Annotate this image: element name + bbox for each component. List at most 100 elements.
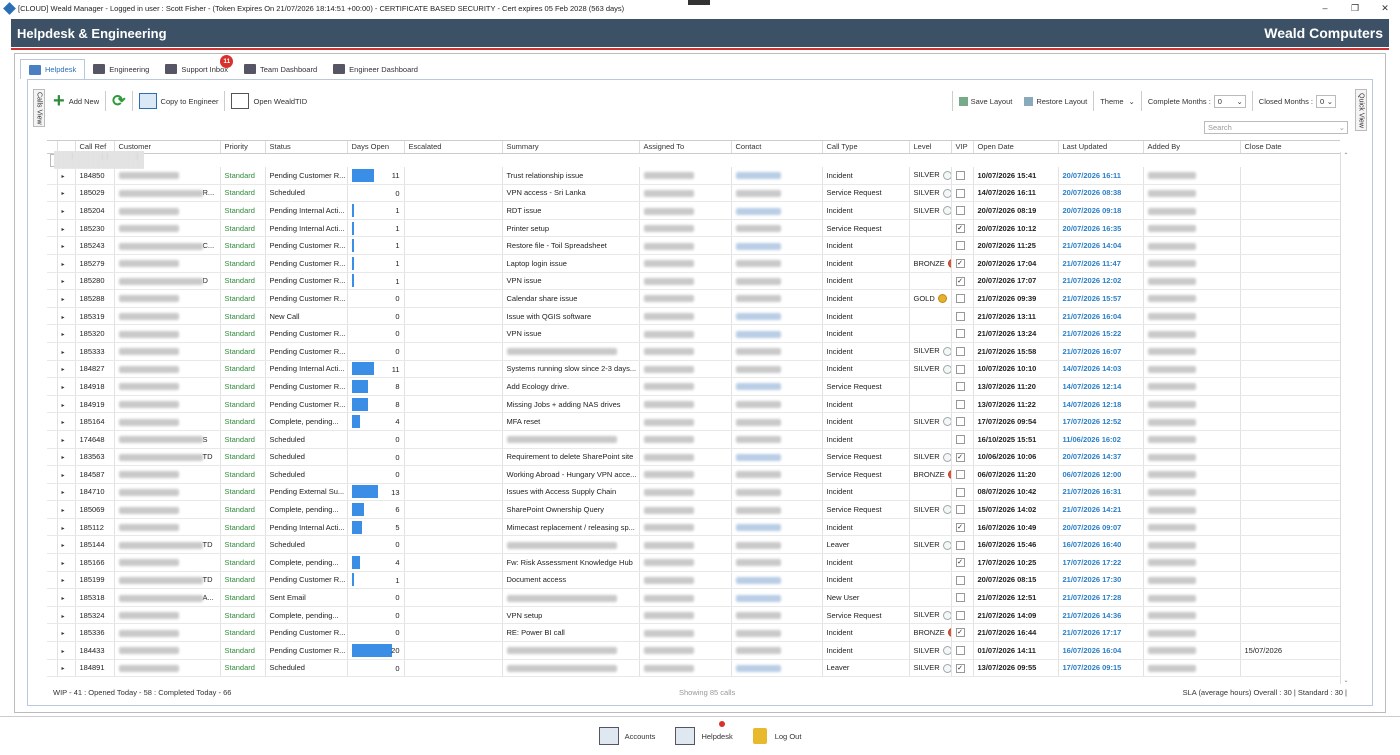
row-indicator[interactable] [47,236,58,255]
vip-checkbox[interactable] [955,241,965,251]
row-indicator[interactable] [47,606,58,625]
calls-view-toggle[interactable]: Calls View [33,89,45,127]
tab-engineering[interactable]: Engineering [85,59,157,79]
vip-checkbox[interactable] [955,170,965,180]
column-header[interactable]: Level [909,141,952,154]
row-expander[interactable]: ▸ [57,448,76,467]
vip-checkbox[interactable]: ✓ [955,259,965,269]
row-indicator[interactable] [47,623,58,643]
table-row[interactable]: ▸ 185069 Standard Complete, pending... 6 Shar… [47,500,1340,519]
row-indicator[interactable] [47,588,58,607]
row-expander[interactable]: ▸ [57,518,76,537]
row-expander[interactable]: ▸ [57,219,76,238]
maximize-button[interactable]: ❐ [1340,0,1370,17]
row-indicator[interactable] [47,571,58,590]
row-expander[interactable]: ▸ [57,535,76,555]
table-row[interactable]: ▸ 185112 Standard Pending Internal Acti... 5… [47,518,1340,537]
table-row[interactable]: ▸ 185164 Standard Complete, pending... 4 MFA … [47,412,1340,431]
save-layout-button[interactable]: Save Layout [953,90,1019,112]
table-row[interactable]: ▸ 185333 Standard Pending Customer R... 0 Inc… [47,342,1340,361]
quick-view-toggle[interactable]: Quick View [1355,89,1367,131]
column-header[interactable]: VIP [951,141,974,154]
row-indicator[interactable] [47,201,58,220]
column-header[interactable]: Close Date [1240,141,1340,154]
table-row[interactable]: ▸ 185288 Standard Pending Customer R... 0 Cal… [47,289,1340,308]
row-indicator[interactable] [47,500,58,519]
row-indicator[interactable] [47,360,58,379]
table-row[interactable]: ▸ 184827 Standard Pending Internal Acti... 1… [47,360,1340,379]
vip-checkbox[interactable] [955,382,965,392]
row-expander[interactable]: ▸ [57,500,76,519]
column-header[interactable]: Status [265,141,348,154]
refresh-button[interactable]: ⟳ [106,90,131,112]
row-expander[interactable]: ▸ [57,606,76,625]
closed-months-select[interactable]: 0 ⌄ [1316,94,1336,108]
table-row[interactable]: ▸ 184919 Standard Pending Customer R... 8 Mis… [47,395,1340,414]
vip-checkbox[interactable]: ✓ [955,276,965,286]
vip-checkbox[interactable] [955,399,965,409]
restore-layout-button[interactable]: Restore Layout [1018,90,1093,112]
vip-checkbox[interactable] [955,188,965,198]
vip-checkbox[interactable] [955,417,965,427]
row-expander[interactable]: ▸ [57,342,76,361]
row-expander[interactable]: ▸ [57,430,76,449]
row-expander[interactable]: ▸ [57,324,76,343]
search-input[interactable]: Search ⌄ [1204,121,1348,134]
column-header[interactable]: Open Date [973,141,1059,154]
accounts-button[interactable]: Accounts [598,727,655,745]
vip-checkbox[interactable]: ✓ [955,628,965,638]
row-expander[interactable]: ▸ [57,272,76,291]
vip-checkbox[interactable] [955,610,965,620]
row-expander[interactable]: ▸ [57,254,76,273]
column-header[interactable]: Assigned To [639,141,732,154]
vip-checkbox[interactable]: ✓ [955,522,965,532]
row-indicator[interactable] [47,412,58,431]
table-row[interactable]: ▸ 185144 TD Standard Scheduled 0 Leaver SILVER 1… [47,535,1340,555]
vip-checkbox[interactable] [955,646,965,656]
row-expander[interactable]: ▸ [57,166,76,185]
table-row[interactable]: ▸ 185204 Standard Pending Internal Acti... 1… [47,201,1340,220]
vip-checkbox[interactable] [955,505,965,515]
row-expander[interactable]: ▸ [57,201,76,220]
column-header[interactable]: Priority [220,141,266,154]
table-row[interactable]: ▸ 185230 Standard Pending Internal Acti... 1… [47,219,1340,238]
row-indicator[interactable] [47,342,58,361]
table-row[interactable]: ▸ 185280 D Standard Pending Customer R... 1 VP… [47,272,1340,291]
row-indicator[interactable] [47,289,58,308]
vip-checkbox[interactable] [955,487,965,497]
table-row[interactable]: ›▸184811StandardPending Customer R...12R… [50,151,144,169]
table-row[interactable]: ▸ 185279 Standard Pending Customer R... 1 Lap… [47,254,1340,273]
row-indicator[interactable] [47,465,58,484]
helpdesk-button[interactable]: Helpdesk [675,721,733,745]
grid-scrollbar[interactable]: ⌃ ⌄ [1340,152,1351,684]
row-indicator[interactable] [47,324,58,343]
table-row[interactable]: ▸ 185336 Standard Pending Customer R... 0 RE:… [47,623,1340,643]
row-expander[interactable]: ▸ [57,641,76,660]
open-tid-button[interactable]: Open WealdTID [225,90,313,112]
row-expander[interactable]: ▸ [57,588,76,607]
column-header[interactable]: Call Type [822,141,910,154]
tab-engineer-dashboard[interactable]: Engineer Dashboard [325,59,426,79]
column-header[interactable]: Added By [1143,141,1241,154]
row-expander[interactable]: ▸ [57,395,76,414]
add-new-button[interactable]: + Add New [47,90,105,112]
vip-checkbox[interactable] [955,575,965,585]
row-expander[interactable]: ▸ [57,465,76,484]
vip-checkbox[interactable] [955,434,965,444]
row-expander[interactable]: ▸ [57,360,76,379]
column-header[interactable]: Last Updated [1058,141,1144,154]
row-indicator[interactable] [47,184,58,203]
row-indicator[interactable] [47,395,58,414]
complete-months-select[interactable]: 0 ⌄ [1213,94,1246,108]
row-expander[interactable]: ▸ [57,289,76,308]
vip-checkbox[interactable]: ✓ [955,452,965,462]
row-indicator[interactable] [47,219,58,238]
row-indicator[interactable] [47,430,58,449]
row-expander[interactable]: ▸ [57,412,76,431]
vip-checkbox[interactable] [955,206,965,216]
row-expander[interactable]: ▸ [57,623,76,643]
row-indicator[interactable] [47,377,58,396]
row-expander[interactable]: ▸ [57,553,76,572]
table-row[interactable]: ▸ 185166 Standard Complete, pending... 4 Fw: … [47,553,1340,572]
vip-checkbox[interactable] [955,540,965,550]
